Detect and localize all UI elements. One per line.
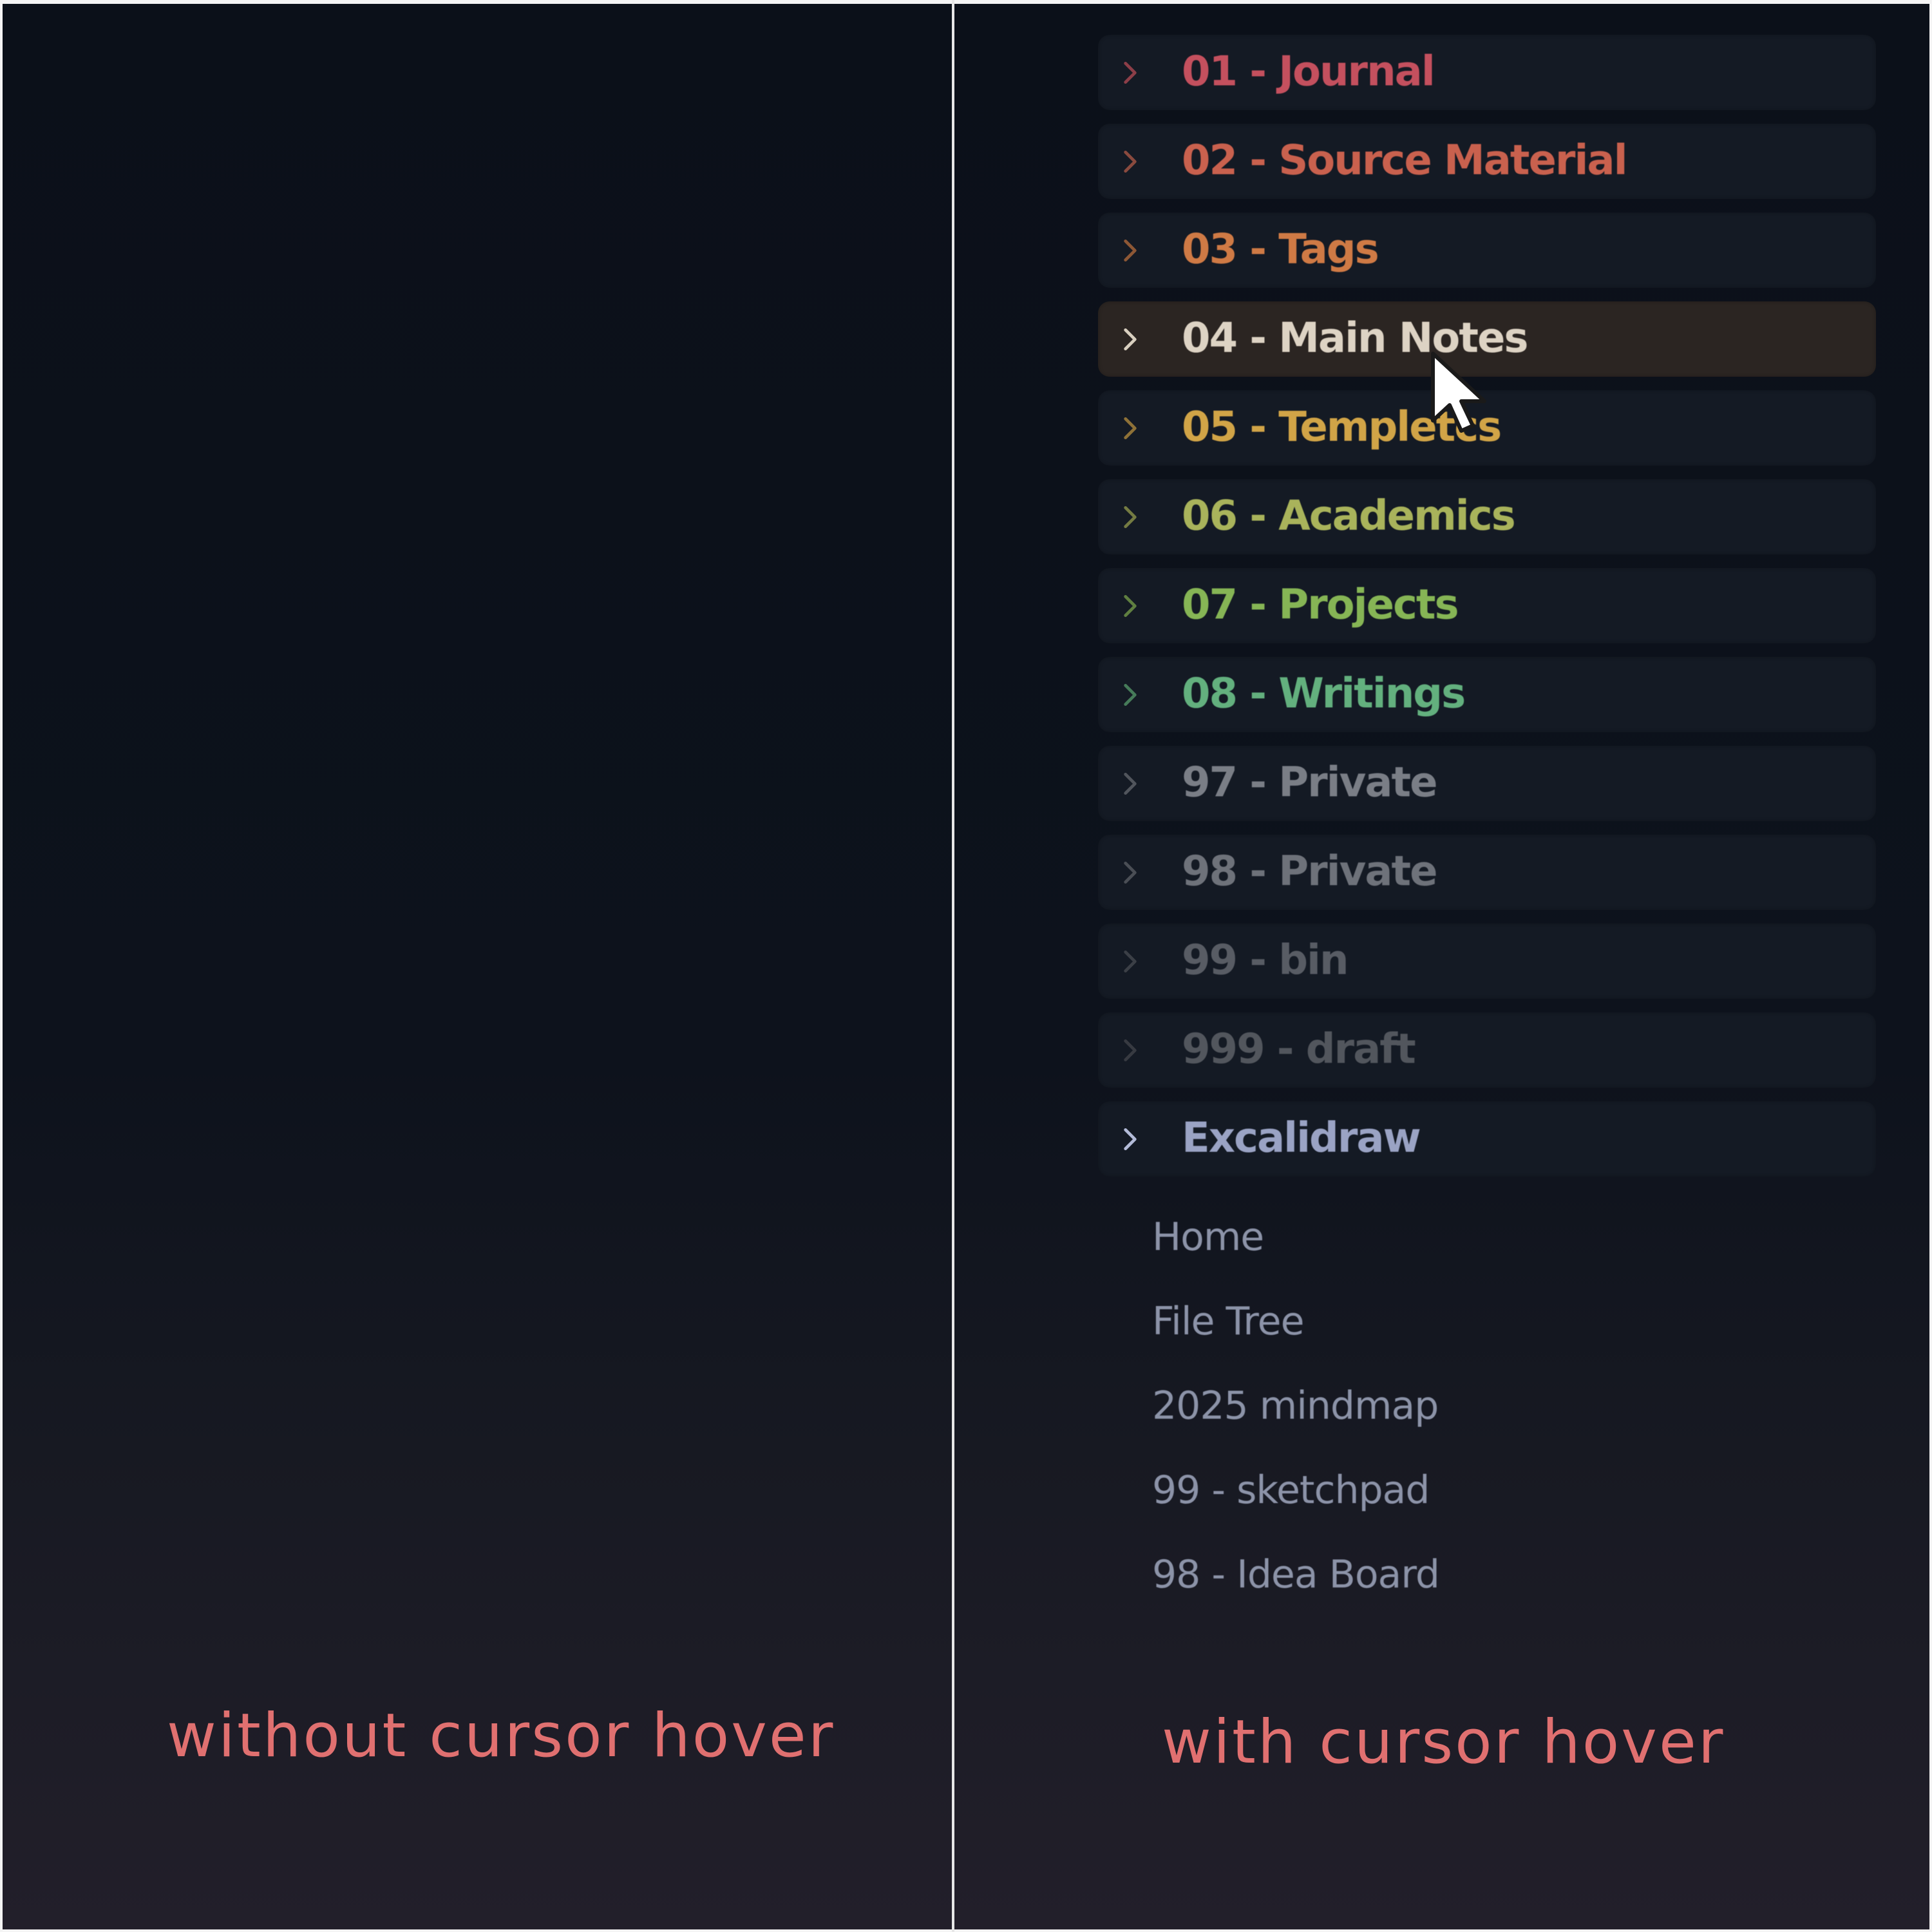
folder-item[interactable]: 01 - Journal <box>1098 35 1876 110</box>
folder-label: 01 - Journal <box>1182 48 1435 96</box>
folder-item[interactable]: 97 - Private <box>1098 746 1876 821</box>
chevron-right-icon[interactable] <box>1116 770 1144 798</box>
caption-with-hover: with cursor hover <box>1162 1707 1725 1777</box>
folder-item[interactable]: 02 - Source Material <box>1098 124 1876 199</box>
file-item[interactable]: 98 - Idea Board <box>1152 1533 1440 1617</box>
folder-label: 06 - Academics <box>1182 492 1516 540</box>
file-item[interactable]: 2025 mindmap <box>1152 1364 1439 1448</box>
caption-without-hover: without cursor hover <box>167 1701 835 1771</box>
folder-label: 98 - Private <box>1182 848 1437 896</box>
sidebar-panel-no-hover: without cursor hover <box>3 4 952 1929</box>
file-list: Home File Tree 2025 mindmap 99 - sketchpad 9… <box>1152 1195 1440 1617</box>
folder-label: 02 - Source Material <box>1182 137 1627 185</box>
file-item[interactable]: 99 - sketchpad <box>1152 1448 1439 1533</box>
folder-item[interactable]: 03 - Tags <box>1098 213 1876 288</box>
folder-label: 07 - Projects <box>1182 581 1459 629</box>
chevron-right-icon[interactable] <box>1116 947 1144 976</box>
folder-label: 08 - Writings <box>1182 670 1466 718</box>
folder-label: 99 - bin <box>1182 936 1349 985</box>
folder-item[interactable]: 999 - draft <box>1098 1012 1876 1088</box>
sidebar-panel-hover: 01 - Journal 02 - Source Material 03 - Tag… <box>954 4 1929 1929</box>
folder-item[interactable]: 98 - Private <box>1098 835 1876 910</box>
chevron-right-icon[interactable] <box>1116 681 1144 709</box>
chevron-right-icon[interactable] <box>1116 1125 1144 1153</box>
chevron-right-icon[interactable] <box>1116 1036 1144 1065</box>
folder-label: Excalidraw <box>1182 1114 1421 1162</box>
folder-item[interactable]: Excalidraw <box>1098 1101 1876 1177</box>
folder-list: 01 - Journal 02 - Source Material 03 - Tag… <box>1098 35 1876 1190</box>
folder-item[interactable]: 06 - Academics <box>1098 479 1876 554</box>
folder-item[interactable]: 07 - Projects <box>1098 568 1876 643</box>
folder-label: 03 - Tags <box>1182 225 1379 274</box>
file-item[interactable]: File Tree <box>1152 1280 1439 1364</box>
chevron-right-icon[interactable] <box>1116 236 1144 265</box>
chevron-right-icon[interactable] <box>1116 414 1144 442</box>
chevron-right-icon[interactable] <box>1116 325 1144 354</box>
chevron-right-icon[interactable] <box>1116 59 1144 87</box>
chevron-right-icon[interactable] <box>1116 592 1144 620</box>
chevron-right-icon[interactable] <box>1116 147 1144 176</box>
folder-label: 999 - draft <box>1182 1025 1416 1074</box>
folder-item[interactable]: 08 - Writings <box>1098 657 1876 732</box>
chevron-right-icon[interactable] <box>1116 503 1144 531</box>
mouse-cursor-icon <box>1431 352 1486 433</box>
folder-label: 97 - Private <box>1182 759 1437 807</box>
folder-item[interactable]: 99 - bin <box>1098 923 1876 999</box>
comparison-image: without cursor hover 01 - Journal 02 - So… <box>0 0 1932 1932</box>
chevron-right-icon[interactable] <box>1116 858 1144 887</box>
file-item[interactable]: Home <box>1152 1195 1439 1280</box>
